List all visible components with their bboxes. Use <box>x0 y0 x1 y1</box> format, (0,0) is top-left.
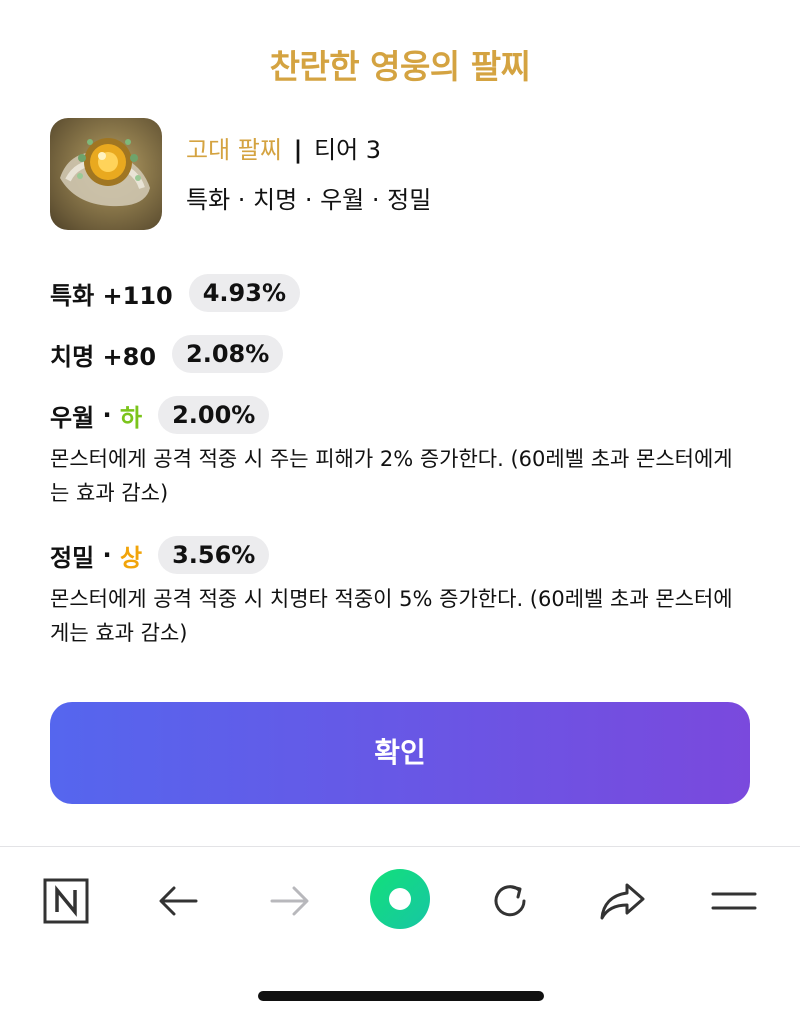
effect-row-precision: 정밀 · 상 3.56% <box>50 536 270 574</box>
stat-label: 특화 +110 <box>50 281 173 310</box>
item-name: 고대 팔찌 <box>186 136 282 164</box>
confirm-button[interactable]: 확인 <box>50 702 750 804</box>
effect-value-badge: 2.00% <box>158 396 270 434</box>
effect-name: 정밀 <box>50 543 95 572</box>
bracelet-item-icon <box>50 118 162 230</box>
effect-grade: 상 <box>120 543 143 572</box>
forward-arrow-icon[interactable] <box>260 871 320 931</box>
item-tier: 티어 3 <box>314 136 382 164</box>
green-dot-icon[interactable] <box>368 867 432 931</box>
effect-description: 몬스터에게 공격 적중 시 주는 피해가 2% 증가한다. (60레벨 초과 몬… <box>50 447 733 505</box>
effect-name: 우월 <box>50 403 95 432</box>
stat-value-badge: 4.93% <box>188 274 300 312</box>
item-stat-summary: 특화 · 치명 · 우월 · 정밀 <box>186 186 432 214</box>
item-separator: | <box>293 136 303 164</box>
naver-n-icon[interactable] <box>36 871 96 931</box>
browser-toolbar <box>0 847 800 947</box>
effect-dot: · <box>94 541 120 569</box>
effect-dot: · <box>94 401 120 429</box>
effect-description: 몬스터에게 공격 적중 시 치명타 적중이 5% 증가한다. (60레벨 초과 … <box>50 587 733 645</box>
stat-row-crit: 치명 +80 2.08% <box>50 335 284 373</box>
stat-row-specialization: 특화 +110 4.93% <box>50 274 300 312</box>
stat-value-badge: 2.08% <box>172 335 284 373</box>
menu-icon[interactable] <box>704 871 764 931</box>
back-arrow-icon[interactable] <box>148 871 208 931</box>
bracelet-image <box>60 138 150 207</box>
stat-label: 치명 +80 <box>50 342 157 371</box>
bottom-sheet: 찬란한 영웅의 팔찌 고대 팔찌 | 티어 3 특화 · 치명 · 우월 · 정… <box>0 0 800 846</box>
share-icon[interactable] <box>592 871 652 931</box>
popup-title: 찬란한 영웅의 팔찌 <box>269 47 531 86</box>
home-indicator <box>258 991 544 1001</box>
effect-row-superiority: 우월 · 하 2.00% <box>50 396 270 434</box>
reload-icon[interactable] <box>480 871 540 931</box>
effect-value-badge: 3.56% <box>158 536 270 574</box>
screen: 찬란한 영웅의 팔찌 고대 팔찌 | 티어 3 특화 · 치명 · 우월 · 정… <box>0 0 800 1018</box>
effect-grade: 하 <box>120 403 143 432</box>
item-name-line: 고대 팔찌 | 티어 3 <box>186 134 381 166</box>
